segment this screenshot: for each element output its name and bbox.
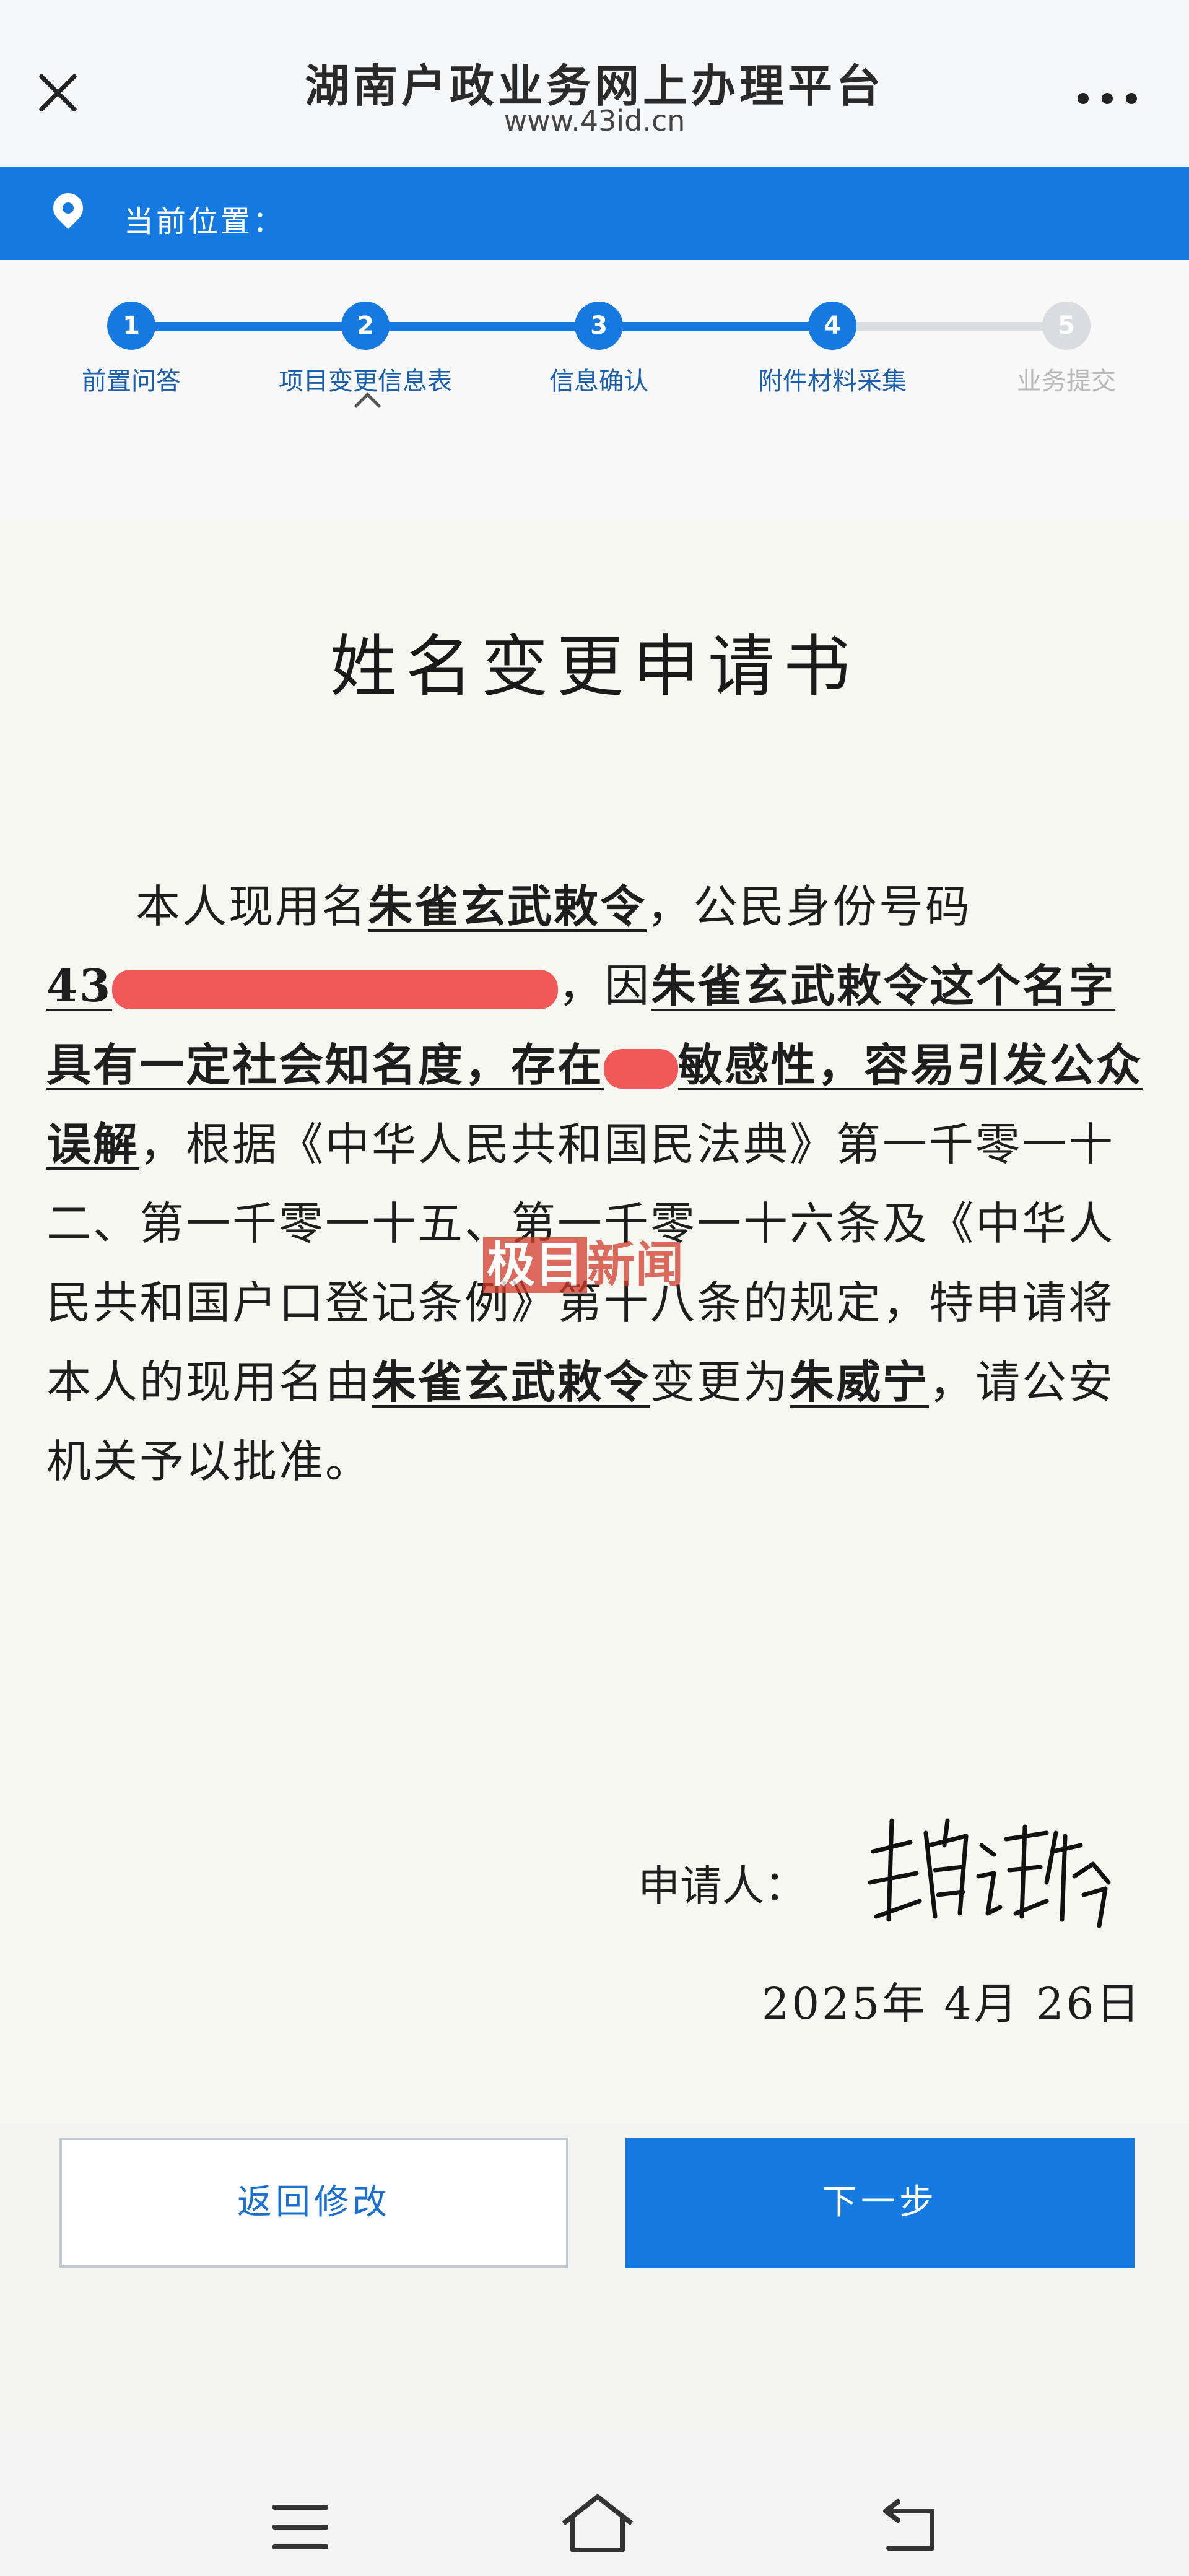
step-number: 5 xyxy=(1042,302,1091,350)
redaction-mark xyxy=(112,970,559,1009)
step-5: 5 业务提交 xyxy=(936,302,1189,397)
watermark-logo: 极目 xyxy=(483,1237,588,1293)
step-label: 业务提交 xyxy=(1017,367,1116,396)
redaction-mark xyxy=(604,1049,679,1089)
current-name: 朱雀玄武敕令 xyxy=(368,880,647,933)
back-icon[interactable] xyxy=(879,2496,941,2557)
doc-text: 变更为 xyxy=(650,1356,790,1408)
document-body: 本人现用名朱雀玄武敕令，公民身份号码 43 ，因朱雀玄武敕令这个名字具有一定社会知名… xyxy=(46,867,1149,1501)
watermark-text: 新闻 xyxy=(587,1237,684,1293)
doc-text: ，公民身份号码 xyxy=(647,881,972,933)
doc-text: 本人现用名 xyxy=(136,881,368,933)
step-number: 2 xyxy=(341,302,390,350)
doc-text: ，因 xyxy=(558,960,651,1012)
menu-icon[interactable] xyxy=(272,2505,328,2549)
from-name: 朱雀玄武敕令 xyxy=(372,1355,651,1408)
step-label: 附件材料采集 xyxy=(758,367,907,396)
step-1: 1 前置问答 xyxy=(1,302,261,397)
step-3: 3 信息确认 xyxy=(469,302,729,397)
step-2: 2 项目变更信息表 xyxy=(235,302,495,397)
new-name: 朱威宁 xyxy=(790,1355,930,1408)
handwritten-signature xyxy=(868,1818,1111,1928)
step-label: 项目变更信息表 xyxy=(279,367,452,396)
document-title: 姓名变更申请书 xyxy=(329,629,859,706)
step-label: 前置问答 xyxy=(82,367,181,396)
more-icon[interactable] xyxy=(1078,93,1137,105)
news-watermark: 极目新闻 xyxy=(483,1226,684,1295)
location-label: 当前位置： xyxy=(124,204,285,239)
document-date: 2025年 4月 26日 xyxy=(762,1978,1143,2029)
home-icon[interactable] xyxy=(557,2489,638,2557)
step-number: 3 xyxy=(575,302,623,350)
step-4: 4 附件材料采集 xyxy=(702,302,962,397)
next-step-button[interactable]: 下一步 xyxy=(625,2138,1135,2268)
step-number: 1 xyxy=(107,302,155,350)
step-number: 4 xyxy=(808,302,856,350)
id-number-prefix: 43 xyxy=(46,959,113,1012)
applicant-label: 申请人： xyxy=(638,1862,807,1911)
step-label: 信息确认 xyxy=(549,367,648,396)
site-url: www.43id.cn xyxy=(503,104,686,137)
back-edit-button[interactable]: 返回修改 xyxy=(59,2138,568,2268)
